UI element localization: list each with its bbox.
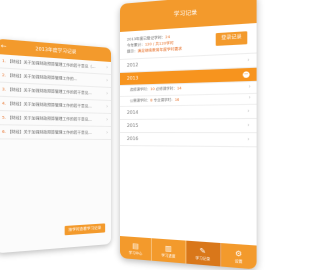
chevron-right-icon: ›	[106, 65, 108, 71]
view-by-hours-button[interactable]: 按学时查看学习记录	[64, 223, 105, 235]
chevron-right-icon: ›	[106, 117, 108, 123]
chevron-right-icon: ›	[106, 130, 108, 136]
record-list: 1. 【财经】关于加强财政预算管理工作的若干意见（... › 2. 【财经】关于…	[0, 54, 111, 140]
chevron-right-icon: ›	[248, 84, 250, 90]
chevron-right-icon: ›	[248, 96, 250, 102]
year-row-2015[interactable]: 2015 ›	[120, 119, 257, 133]
detail-row[interactable]: 公需课学时：8 专业课学时：16 ›	[120, 93, 257, 107]
chevron-right-icon: ›	[247, 108, 249, 115]
year-row-2014[interactable]: 2014 ›	[120, 105, 257, 120]
nav-study-center[interactable]: ▤ 学习中心	[120, 236, 152, 261]
chevron-right-icon: ›	[247, 57, 249, 64]
year-row-2016[interactable]: 2016 ›	[120, 133, 257, 147]
record-button[interactable]: 登录记录	[216, 31, 248, 46]
collapse-icon[interactable]: −	[243, 71, 250, 78]
list-item[interactable]: 6. 【财经】关于加强财政预算管理工作的若干意见... ›	[0, 125, 111, 140]
chevron-right-icon: ›	[106, 91, 108, 97]
chevron-right-icon: ›	[106, 78, 108, 84]
secondary-phone-screen: ← 2013年度学习记录 1. 【财经】关于加强财政预算管理工作的若干意见（..…	[0, 39, 111, 254]
chevron-right-icon: ›	[247, 136, 249, 143]
bottom-nav: ▤ 学习中心 ▥ 学习进度 ✎ 学习记录 ⚙ 设置	[120, 236, 257, 270]
back-arrow-icon[interactable]: ←	[1, 43, 10, 50]
nav-records[interactable]: ✎ 学习记录	[186, 241, 221, 267]
chevron-right-icon: ›	[106, 104, 108, 110]
main-phone-screen: 学习记录 2013年度已登记学时：24 今年累计：120 / 共120学时 提示…	[120, 0, 257, 270]
chevron-right-icon: ›	[247, 122, 249, 129]
nav-settings[interactable]: ⚙ 设置	[221, 243, 257, 269]
page-title: 学习记录	[174, 8, 197, 18]
